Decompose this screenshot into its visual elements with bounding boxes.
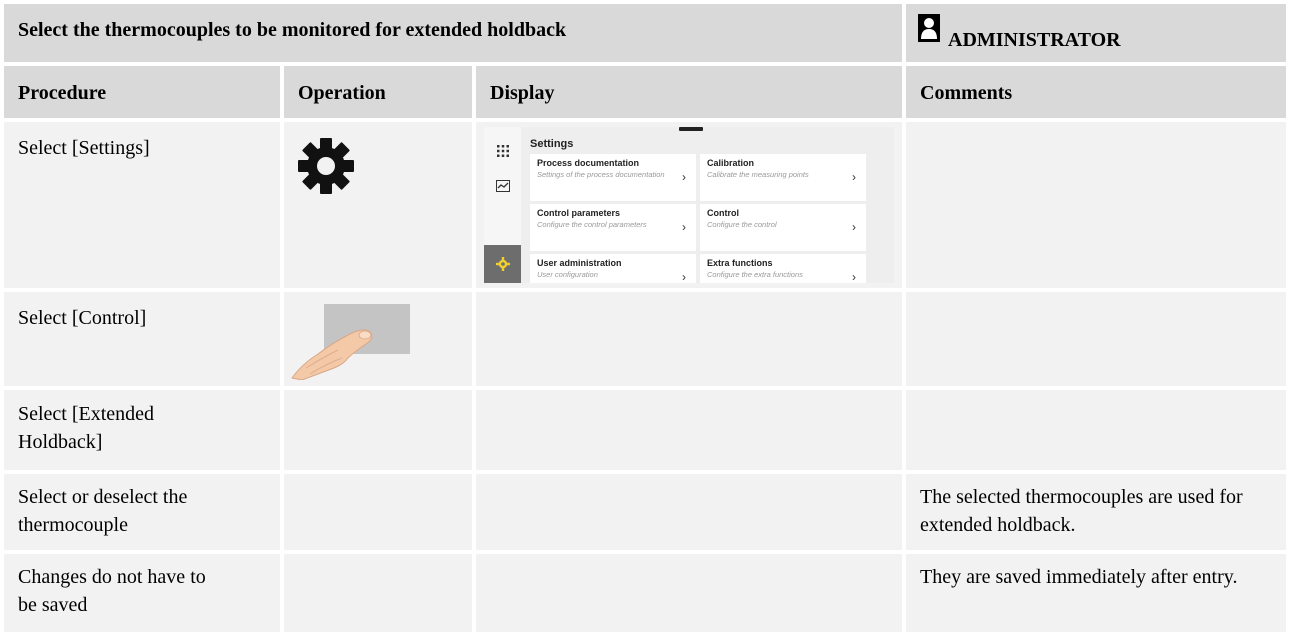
- title-cell: Select the thermocouples to be monitored…: [4, 4, 902, 62]
- operation-cell: [284, 554, 472, 632]
- column-header-row: Procedure Operation Display Comments: [0, 66, 1290, 118]
- tile-title: User administration: [537, 258, 622, 268]
- tile-subtitle: Configure the control parameters: [537, 220, 647, 229]
- chevron-right-icon: ›: [852, 220, 856, 234]
- comment-cell: [906, 390, 1286, 470]
- procedure-cell: Changes do not have to be saved: [4, 554, 280, 632]
- tile-title: Control: [707, 208, 739, 218]
- chevron-right-icon: ›: [682, 220, 686, 234]
- title-row: Select the thermocouples to be monitored…: [0, 4, 1290, 62]
- operation-cell: [284, 474, 472, 550]
- chart-icon: [496, 180, 510, 192]
- tile-title: Control parameters: [537, 208, 621, 218]
- chevron-right-icon: ›: [852, 270, 856, 283]
- sidebar-item-settings[interactable]: [484, 245, 521, 283]
- tile-subtitle: Calibrate the measuring points: [707, 170, 809, 179]
- tile-title: Calibration: [707, 158, 755, 168]
- procedure-cell: Select [Extended Holdback]: [4, 390, 280, 470]
- display-cell: [476, 390, 902, 470]
- settings-screenshot: Settings Process documentation Settings …: [484, 127, 894, 283]
- tile-title: Extra functions: [707, 258, 773, 268]
- tile-title: Process documentation: [537, 158, 640, 168]
- comment-cell: They are saved immediately after entry.: [906, 554, 1286, 632]
- display-cell: Settings Process documentation Settings …: [476, 122, 902, 288]
- procedure-text: Changes do not have to be saved: [18, 566, 206, 616]
- screenshot-top-handle: [679, 127, 703, 131]
- procedure-cell: Select or deselect the thermocouple: [4, 474, 280, 550]
- operation-cell: [284, 292, 472, 386]
- tile-subtitle: Configure the control: [707, 220, 777, 229]
- header-procedure: Procedure: [18, 82, 107, 104]
- comment-cell: The selected thermocouples are used for …: [906, 474, 1286, 550]
- header-comments: Comments: [920, 82, 1013, 104]
- gear-icon: [496, 257, 510, 271]
- table-title: Select the thermocouples to be monitored…: [18, 19, 567, 41]
- apps-grid-icon: [497, 145, 509, 157]
- procedure-text: Select or deselect the thermocouple: [18, 486, 188, 536]
- role-cell: ADMINISTRATOR: [906, 4, 1286, 62]
- table-row: Select [Extended Holdback]: [0, 390, 1290, 470]
- procedure-text: Select [Control]: [18, 307, 147, 329]
- operation-cell: [284, 122, 472, 288]
- display-cell: [476, 554, 902, 632]
- display-cell: [476, 292, 902, 386]
- header-operation-cell: Operation: [284, 66, 472, 118]
- tile-user-administration[interactable]: User administration User configuration ›: [530, 254, 696, 283]
- tile-control[interactable]: Control Configure the control ›: [700, 204, 866, 251]
- gear-icon: [298, 138, 354, 194]
- procedure-text: Select [Extended Holdback]: [18, 403, 155, 453]
- header-procedure-cell: Procedure: [4, 66, 280, 118]
- header-display: Display: [490, 82, 555, 104]
- header-comments-cell: Comments: [906, 66, 1286, 118]
- header-operation: Operation: [298, 82, 386, 104]
- table-row: Changes do not have to be saved They are…: [0, 554, 1290, 632]
- chevron-right-icon: ›: [682, 270, 686, 283]
- table-row: Select [Control]: [0, 292, 1290, 386]
- finger-tap-icon: [291, 304, 410, 380]
- table-row: Select or deselect the thermocouple The …: [0, 474, 1290, 550]
- tile-subtitle: Configure the extra functions: [707, 270, 803, 279]
- tile-extra-functions[interactable]: Extra functions Configure the extra func…: [700, 254, 866, 283]
- comment-cell: [906, 122, 1286, 288]
- comment-text: The selected thermocouples are used for …: [920, 486, 1243, 536]
- procedure-cell: Select [Settings]: [4, 122, 280, 288]
- tile-subtitle: User configuration: [537, 270, 598, 279]
- tile-subtitle: Settings of the process documentation: [537, 170, 665, 179]
- comment-text: They are saved immediately after entry.: [920, 566, 1238, 588]
- header-display-cell: Display: [476, 66, 902, 118]
- operation-cell: [284, 390, 472, 470]
- table-row: Select [Settings] Settings Process docum…: [0, 122, 1290, 288]
- role-label: ADMINISTRATOR: [948, 29, 1121, 51]
- tile-process-documentation[interactable]: Process documentation Settings of the pr…: [530, 154, 696, 201]
- tile-calibration[interactable]: Calibration Calibrate the measuring poin…: [700, 154, 866, 201]
- comment-cell: [906, 292, 1286, 386]
- procedure-cell: Select [Control]: [4, 292, 280, 386]
- tile-control-parameters[interactable]: Control parameters Configure the control…: [530, 204, 696, 251]
- chevron-right-icon: ›: [682, 170, 686, 184]
- procedure-text: Select [Settings]: [18, 137, 150, 159]
- display-cell: [476, 474, 902, 550]
- chevron-right-icon: ›: [852, 170, 856, 184]
- screenshot-title: Settings: [530, 138, 574, 150]
- user-icon: [918, 14, 940, 42]
